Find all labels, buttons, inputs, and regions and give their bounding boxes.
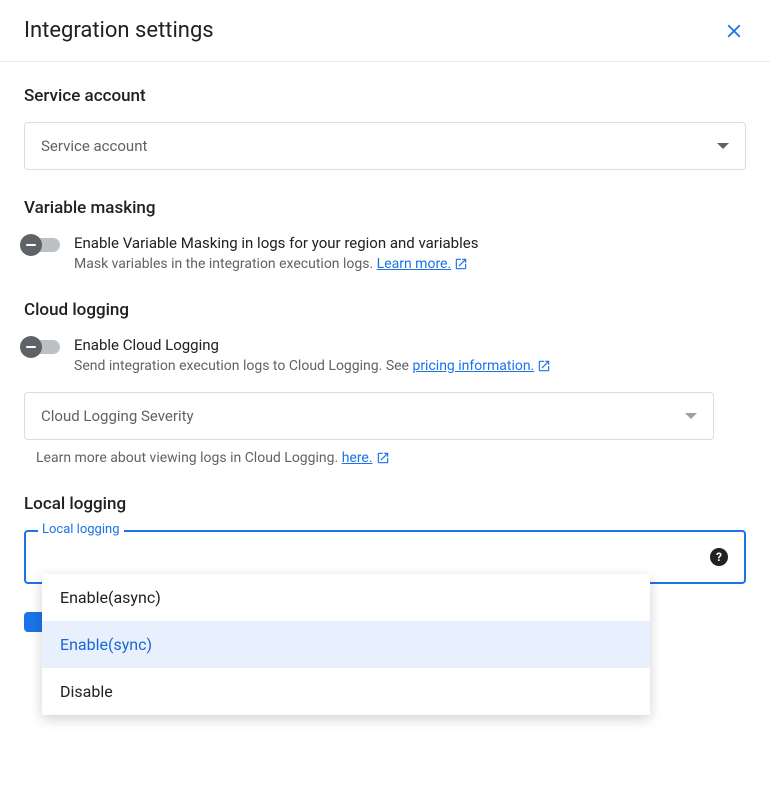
variable-masking-toggle-label: Enable Variable Masking in logs for your…	[74, 234, 746, 252]
local-logging-float-label: Local logging	[38, 522, 124, 537]
service-account-select[interactable]: Service account	[24, 122, 746, 170]
dialog-title: Integration settings	[24, 18, 214, 43]
close-icon	[723, 20, 745, 42]
external-link-icon	[376, 451, 390, 465]
toggle-off-icon	[20, 336, 42, 358]
cloud-logging-pricing-link[interactable]: pricing information.	[412, 358, 534, 374]
external-link-icon	[454, 257, 468, 271]
variable-masking-toggle[interactable]	[24, 238, 60, 252]
close-button[interactable]	[722, 19, 746, 43]
local-logging-dropdown: Enable(async) Enable(sync) Disable	[42, 574, 650, 715]
chevron-down-icon	[685, 413, 697, 419]
external-link-icon	[537, 359, 551, 373]
help-icon[interactable]: ?	[710, 548, 728, 566]
local-logging-option-disable[interactable]: Disable	[42, 668, 650, 715]
local-logging-option-enable-sync[interactable]: Enable(sync)	[42, 621, 650, 668]
cloud-logging-toggle-label: Enable Cloud Logging	[74, 336, 746, 354]
local-logging-option-enable-async[interactable]: Enable(async)	[42, 574, 650, 621]
cloud-logging-severity-help: Learn more about viewing logs in Cloud L…	[24, 450, 746, 466]
service-account-title: Service account	[24, 86, 746, 106]
variable-masking-toggle-desc: Mask variables in the integration execut…	[74, 256, 746, 272]
cloud-logging-title: Cloud logging	[24, 300, 746, 320]
cloud-logging-here-link[interactable]: here.	[342, 450, 373, 466]
service-account-placeholder: Service account	[41, 137, 147, 155]
cloud-logging-toggle[interactable]	[24, 340, 60, 354]
service-account-section: Service account Service account	[24, 86, 746, 170]
chevron-down-icon	[717, 143, 729, 149]
local-logging-title: Local logging	[24, 494, 746, 514]
cloud-logging-section: Cloud logging Enable Cloud Logging Send …	[24, 300, 746, 466]
toggle-off-icon	[20, 234, 42, 256]
cloud-logging-severity-select[interactable]: Cloud Logging Severity	[24, 392, 714, 440]
cloud-logging-toggle-desc: Send integration execution logs to Cloud…	[74, 358, 746, 374]
variable-masking-section: Variable masking Enable Variable Masking…	[24, 198, 746, 272]
cloud-logging-severity-placeholder: Cloud Logging Severity	[41, 407, 194, 425]
variable-masking-title: Variable masking	[24, 198, 746, 218]
local-logging-section: Local logging Local logging ? Enable(asy…	[24, 494, 746, 632]
variable-masking-learn-more-link[interactable]: Learn more.	[377, 256, 452, 272]
